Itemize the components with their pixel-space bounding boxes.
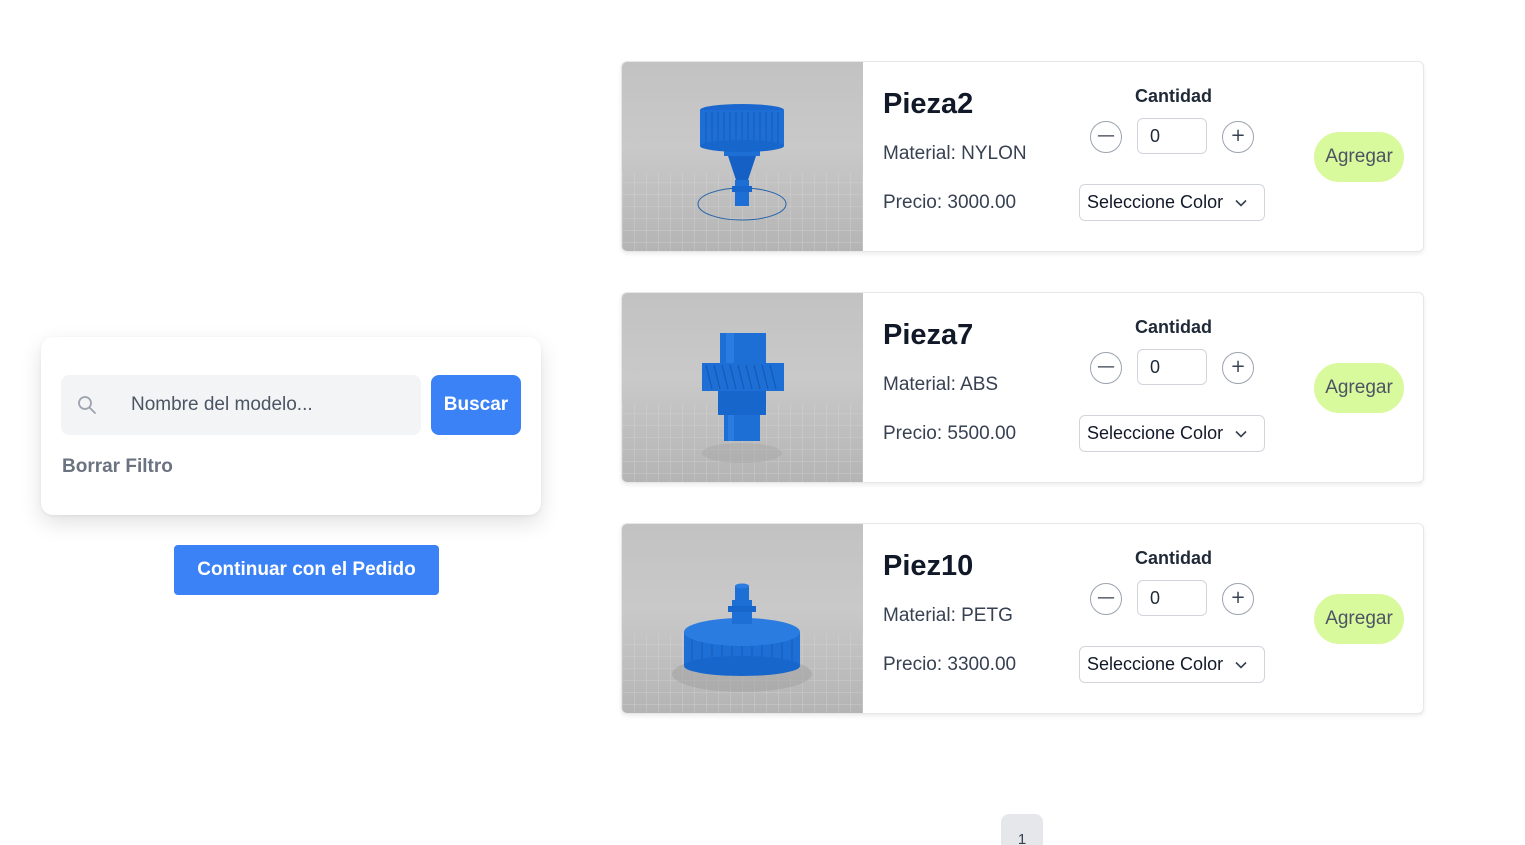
color-select-value: Seleccione Color	[1087, 654, 1224, 674]
color-select-value: Seleccione Color	[1087, 423, 1224, 443]
color-select[interactable]: Seleccione Color	[1079, 646, 1265, 683]
increase-quantity-button[interactable]: +	[1222, 121, 1254, 153]
search-icon	[78, 396, 96, 414]
search-field[interactable]	[61, 375, 421, 435]
color-select[interactable]: Seleccione Color	[1079, 415, 1265, 452]
product-material: Material: ABS	[883, 374, 999, 395]
search-input[interactable]	[131, 394, 391, 416]
add-to-order-button[interactable]: Agregar	[1314, 594, 1404, 644]
product-card: Pieza2 Material: NYLON Precio: 3000.00 C…	[621, 61, 1424, 252]
decrease-quantity-button[interactable]: —	[1090, 352, 1122, 384]
product-material: Material: NYLON	[883, 143, 1027, 164]
product-image	[622, 62, 863, 251]
filter-panel: Buscar Borrar Filtro	[41, 337, 541, 515]
chevron-down-icon	[1235, 661, 1247, 669]
color-select[interactable]: Seleccione Color	[1079, 184, 1265, 221]
product-card: Piez10 Material: PETG Precio: 3300.00 Ca…	[621, 523, 1424, 714]
cap-nozzle-model-icon	[622, 583, 863, 713]
product-card: Pieza7 Material: ABS Precio: 5500.00 Can…	[621, 292, 1424, 483]
connector-model-icon	[622, 104, 863, 251]
product-price: Precio: 3000.00	[883, 192, 1017, 213]
add-to-order-button[interactable]: Agregar	[1314, 132, 1404, 182]
quantity-input[interactable]	[1137, 118, 1207, 154]
quantity-label: Cantidad	[1135, 548, 1213, 568]
quantity-label: Cantidad	[1135, 317, 1213, 337]
product-name: Pieza7	[883, 319, 974, 351]
product-material: Material: PETG	[883, 605, 1013, 626]
quantity-label: Cantidad	[1135, 86, 1213, 106]
continue-order-button[interactable]: Continuar con el Pedido	[174, 545, 439, 595]
increase-quantity-button[interactable]: +	[1222, 583, 1254, 615]
add-to-order-button[interactable]: Agregar	[1314, 363, 1404, 413]
product-image	[622, 293, 863, 482]
increase-quantity-button[interactable]: +	[1222, 352, 1254, 384]
product-name: Piez10	[883, 550, 974, 582]
product-price: Precio: 3300.00	[883, 654, 1017, 675]
product-image	[622, 524, 863, 713]
color-select-value: Seleccione Color	[1087, 192, 1224, 212]
chevron-down-icon	[1235, 430, 1247, 438]
clear-filter-link[interactable]: Borrar Filtro	[62, 456, 173, 478]
search-button[interactable]: Buscar	[431, 375, 521, 435]
gear-shaft-model-icon	[622, 333, 863, 482]
product-name: Pieza2	[883, 88, 974, 120]
decrease-quantity-button[interactable]: —	[1090, 583, 1122, 615]
product-price: Precio: 5500.00	[883, 423, 1017, 444]
pagination-page-button[interactable]: 1	[1001, 814, 1043, 845]
chevron-down-icon	[1235, 199, 1247, 207]
quantity-input[interactable]	[1137, 349, 1207, 385]
decrease-quantity-button[interactable]: —	[1090, 121, 1122, 153]
quantity-input[interactable]	[1137, 580, 1207, 616]
